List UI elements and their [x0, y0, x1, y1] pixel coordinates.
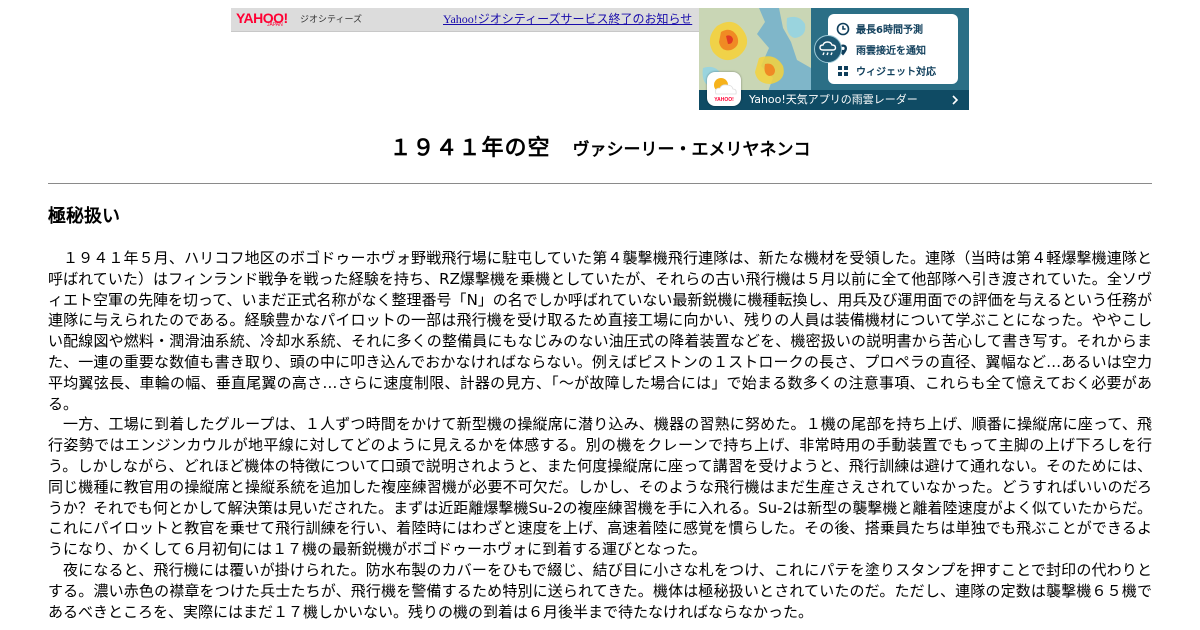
page: YAHOO! JAPAN ジオシティーズ Yahoo!ジオシティーズサービス終了…	[0, 0, 1200, 630]
ad-feature-list: 最長6時間予測 雨雲接近を通知 ウィジェット対応	[828, 14, 958, 84]
author-name: ヴァシーリー・エメリヤネンコ	[572, 140, 811, 160]
ad-feature-notify: 雨雲接近を通知	[836, 39, 958, 60]
clock-icon	[836, 22, 850, 35]
page-title: １９４１年の空	[389, 136, 551, 161]
umbrella-badge	[814, 35, 842, 63]
geocities-brand: ジオシティーズ	[300, 14, 363, 24]
weather-app-icon[interactable]: YAHOO!	[707, 72, 741, 106]
ad-feature-forecast: 最長6時間予測	[836, 18, 958, 39]
horizontal-rule	[48, 183, 1152, 184]
paragraph: 一方、工場に到着したグループは、１人ずつ時間をかけて新型機の操縦席に潜り込み、機…	[48, 415, 1152, 559]
yahoo-logo-sub: JAPAN	[267, 22, 283, 28]
section-heading: 極秘扱い	[48, 206, 120, 227]
weather-app-ad[interactable]: 最長6時間予測 雨雲接近を通知 ウィジェット対応 Yahoo!天気アプリの雨雲レ…	[699, 8, 969, 110]
article-body: １９４１年５月、ハリコフ地区のボゴドゥーホヴォ野戦飛行場に駐屯していた第４襲撃機…	[48, 248, 1152, 622]
cloud-rain-icon	[819, 41, 837, 56]
ad-feature-label: 雨雲接近を通知	[856, 46, 926, 57]
weather-app-radar-label[interactable]: Yahoo!天気アプリの雨雲レーダー	[749, 93, 918, 107]
weather-app-icon-text: YAHOO!	[714, 97, 734, 103]
sun-cloud-icon: YAHOO!	[714, 78, 737, 103]
ad-feature-label: ウィジェット対応	[856, 67, 936, 78]
service-end-notice-link[interactable]: Yahoo!ジオシティーズサービス終了のお知らせ	[443, 12, 692, 26]
paragraph: 夜になると、飛行機には覆いが掛けられた。防水布製のカバーをひもで綴じ、結び目に小…	[48, 560, 1152, 621]
chevron-right-icon	[952, 95, 959, 105]
paragraph: １９４１年５月、ハリコフ地区のボゴドゥーホヴォ野戦飛行場に駐屯していた第４襲撃機…	[48, 249, 1152, 413]
geocities-banner: YAHOO! JAPAN ジオシティーズ Yahoo!ジオシティーズサービス終了…	[231, 8, 699, 32]
widget-grid-icon	[838, 65, 848, 76]
article-title-row: １９４１年の空 ヴァシーリー・エメリヤネンコ	[0, 130, 1200, 162]
ad-feature-label: 最長6時間予測	[856, 25, 923, 36]
ad-feature-widget: ウィジェット対応	[836, 60, 958, 81]
